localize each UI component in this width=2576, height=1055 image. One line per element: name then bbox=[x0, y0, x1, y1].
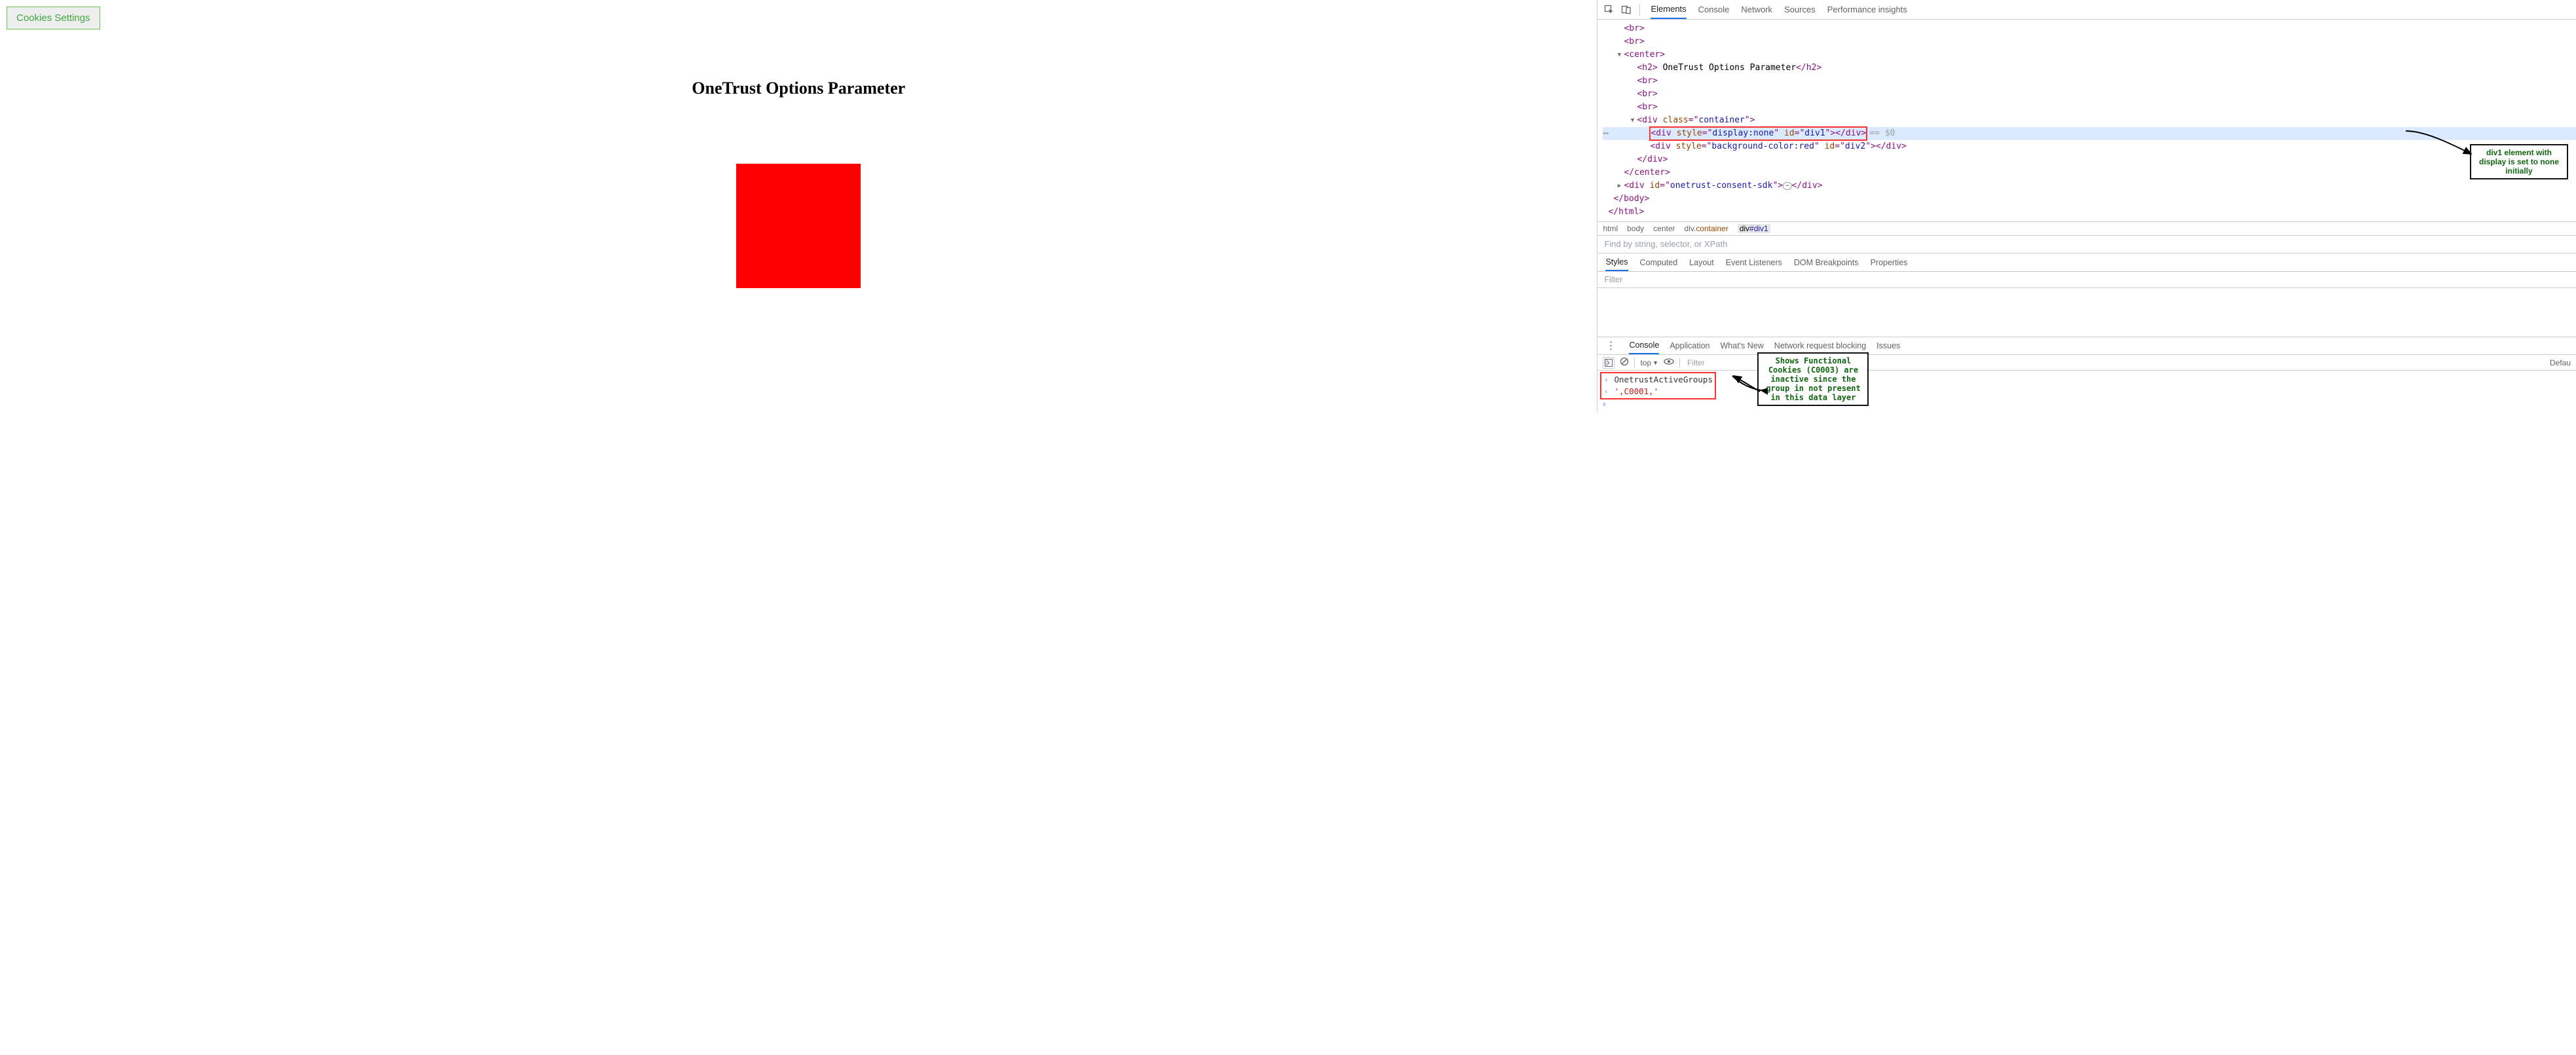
live-expression-icon[interactable] bbox=[1664, 357, 1674, 368]
dom-node-html-close[interactable]: </html> bbox=[1603, 206, 2576, 219]
separator bbox=[1679, 358, 1680, 368]
tab-sources[interactable]: Sources bbox=[1784, 0, 1816, 19]
console-input-line: ›OnetrustActiveGroups bbox=[1603, 374, 1713, 386]
dom-node-div-container-open[interactable]: ▼<div class="container"> bbox=[1603, 114, 2576, 127]
chevron-down-icon: ▼ bbox=[1652, 360, 1658, 366]
dom-node-h2[interactable]: <h2> OneTrust Options Parameter</h2> bbox=[1603, 62, 2576, 75]
dom-node-br[interactable]: <br> bbox=[1603, 88, 2576, 101]
dom-tree[interactable]: <br> <br> ▼<center> <h2> OneTrust Option… bbox=[1597, 20, 2576, 221]
styles-filter-row bbox=[1597, 272, 2576, 288]
dom-node-div-container-close[interactable]: </div> bbox=[1603, 153, 2576, 166]
tab-properties[interactable]: Properties bbox=[1871, 253, 1908, 271]
tab-network[interactable]: Network bbox=[1741, 0, 1772, 19]
drawer-tab-console[interactable]: Console bbox=[1629, 337, 1659, 354]
console-sidebar-toggle-icon[interactable] bbox=[1603, 357, 1615, 369]
drawer-tab-application[interactable]: Application bbox=[1670, 337, 1709, 354]
crumb-div1-selected[interactable]: div#div1 bbox=[1738, 224, 1770, 233]
console-filter-input[interactable] bbox=[1685, 357, 1725, 369]
console-body[interactable]: ›OnetrustActiveGroups ‹',C0001,' › Shows… bbox=[1597, 371, 2576, 413]
styles-tabs: Styles Computed Layout Event Listeners D… bbox=[1597, 253, 2576, 272]
page-title: OneTrust Options Parameter bbox=[0, 79, 1597, 98]
annotation-callout-console: Shows Functional Cookies (C0003) are ina… bbox=[1757, 352, 1869, 406]
console-context-selector[interactable]: top ▼ bbox=[1640, 358, 1658, 367]
separator bbox=[1634, 358, 1635, 368]
crumb-body[interactable]: body bbox=[1627, 224, 1644, 233]
dom-node-div2[interactable]: <div style="background-color:red" id="di… bbox=[1603, 140, 2576, 153]
console-output-line: ‹',C0001,' bbox=[1603, 386, 1713, 398]
device-toggle-icon[interactable] bbox=[1620, 3, 1633, 16]
console-prompt[interactable]: › bbox=[1601, 398, 2572, 410]
tab-computed[interactable]: Computed bbox=[1640, 253, 1678, 271]
crumb-center[interactable]: center bbox=[1653, 224, 1675, 233]
crumb-html[interactable]: html bbox=[1603, 224, 1618, 233]
dom-breadcrumbs[interactable]: html body center div.container div#div1 bbox=[1597, 221, 2576, 236]
console-highlight-box: ›OnetrustActiveGroups ‹',C0001,' bbox=[1601, 373, 1715, 398]
app-root: Cookies Settings OneTrust Options Parame… bbox=[0, 0, 2576, 413]
dom-node-div1-selected[interactable]: ⋯<div style="display:none" id="div1"></d… bbox=[1603, 127, 2576, 140]
find-input[interactable] bbox=[1603, 238, 2571, 250]
tab-event-listeners[interactable]: Event Listeners bbox=[1726, 253, 1782, 271]
clear-console-icon[interactable] bbox=[1620, 357, 1629, 368]
drawer-tabs: ⋮ Console Application What's New Network… bbox=[1597, 337, 2576, 355]
dom-node-onetrust-sdk[interactable]: ▶<div id="onetrust-consent-sdk">⋯</div> bbox=[1603, 179, 2576, 193]
tab-styles[interactable]: Styles bbox=[1605, 253, 1628, 271]
tab-dom-breakpoints[interactable]: DOM Breakpoints bbox=[1794, 253, 1859, 271]
find-bar bbox=[1597, 236, 2576, 253]
annotation-callout-div1: div1 element with display is set to none… bbox=[2470, 144, 2568, 179]
console-log-levels[interactable]: Defau bbox=[2550, 358, 2571, 367]
dom-node-center-open[interactable]: ▼<center> bbox=[1603, 48, 2576, 62]
tab-elements[interactable]: Elements bbox=[1651, 0, 1686, 19]
tab-layout[interactable]: Layout bbox=[1689, 253, 1714, 271]
page-content: OneTrust Options Parameter bbox=[0, 0, 1597, 288]
dom-node-br[interactable]: <br> bbox=[1603, 22, 2576, 35]
devtools-panel: Elements Console Network Sources Perform… bbox=[1597, 0, 2576, 413]
tab-console[interactable]: Console bbox=[1698, 0, 1730, 19]
inspect-element-icon[interactable] bbox=[1603, 3, 1616, 16]
dom-node-br[interactable]: <br> bbox=[1603, 35, 2576, 48]
styles-filter-input[interactable] bbox=[1603, 274, 2571, 285]
devtools-toolbar: Elements Console Network Sources Perform… bbox=[1597, 0, 2576, 20]
rendered-page: Cookies Settings OneTrust Options Parame… bbox=[0, 0, 1597, 413]
drawer-tab-issues[interactable]: Issues bbox=[1876, 337, 1900, 354]
separator bbox=[1639, 4, 1640, 16]
devtools-main-tabs: Elements Console Network Sources Perform… bbox=[1647, 0, 1907, 19]
tab-performance-insights[interactable]: Performance insights bbox=[1827, 0, 1907, 19]
dom-node-center-close[interactable]: </center> bbox=[1603, 166, 2576, 179]
dom-node-body-close[interactable]: </body> bbox=[1603, 193, 2576, 206]
drawer-menu-icon[interactable]: ⋮ bbox=[1605, 339, 1618, 352]
red-div2-box bbox=[736, 164, 861, 288]
dom-node-br[interactable]: <br> bbox=[1603, 75, 2576, 88]
dom-node-br[interactable]: <br> bbox=[1603, 101, 2576, 114]
console-toolbar: top ▼ Defau bbox=[1597, 355, 2576, 371]
crumb-div-container[interactable]: div.container bbox=[1685, 224, 1728, 233]
cookies-settings-button[interactable]: Cookies Settings bbox=[7, 7, 100, 29]
